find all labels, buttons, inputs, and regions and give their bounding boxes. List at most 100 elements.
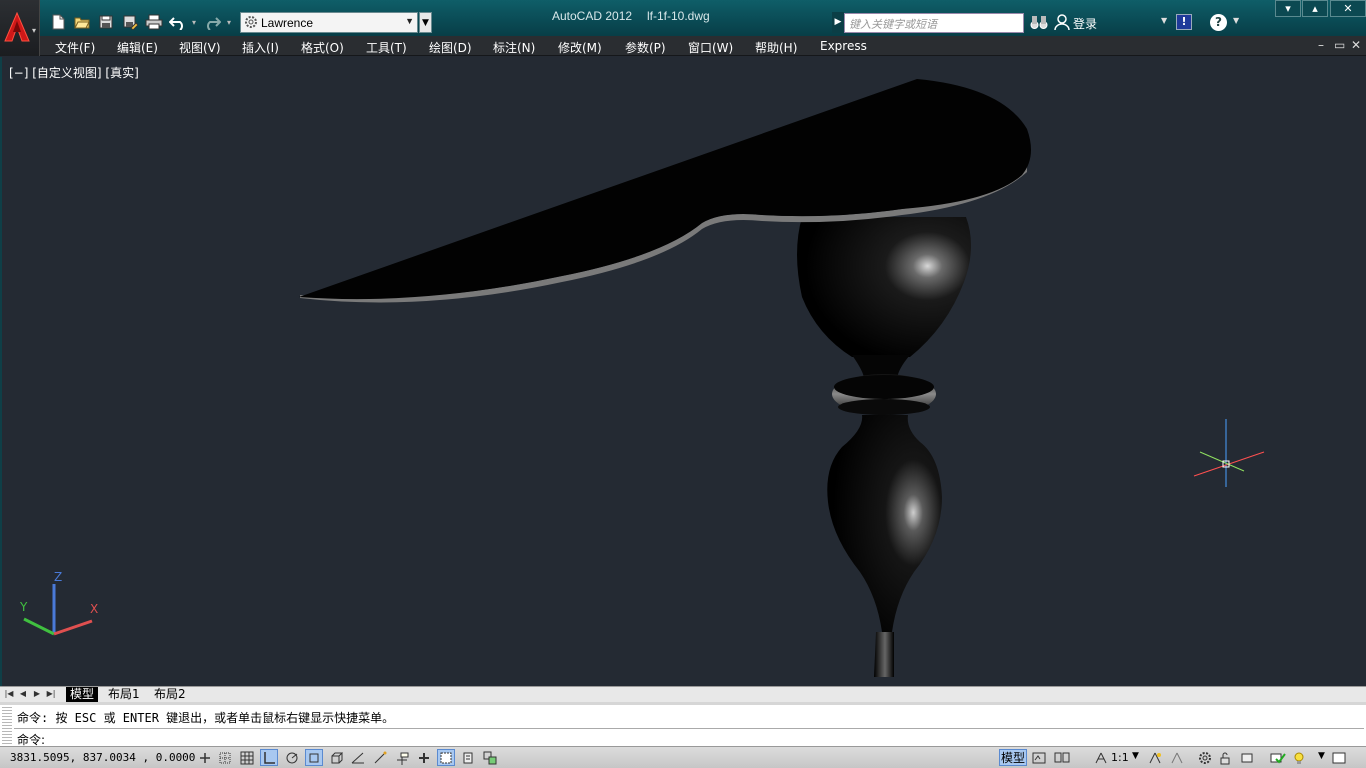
ucs-x-label: X [90,602,99,616]
menu-view[interactable]: 视图(V) [179,39,221,56]
menu-parametric[interactable]: 参数(P) [625,39,666,56]
redo-button[interactable] [202,12,222,32]
quick-properties-button[interactable] [459,749,477,766]
plot-icon [145,14,163,30]
application-menu-button[interactable]: ▾ [0,0,40,56]
grid-icon [240,751,254,765]
save-icon [99,15,113,29]
snap-mode-button[interactable] [216,749,234,766]
otrack-button[interactable] [349,749,367,766]
tab-layout1[interactable]: 布局1 [104,687,144,702]
command-window: 命令: 按 ESC 或 ENTER 键退出，或者单击鼠标右键显示快捷菜单。 命令… [0,702,1366,747]
hardware-acceleration-icon [1241,753,1253,763]
toolbar-lock-button[interactable] [1216,749,1234,766]
hardware-acceleration-button[interactable] [1238,749,1256,766]
chevron-down-icon[interactable]: ▼ [1132,751,1139,761]
clean-screen-button[interactable] [1330,749,1348,766]
tab-layout2[interactable]: 布局2 [150,687,190,702]
undo-icon [169,17,183,30]
annotation-scale-button[interactable] [1092,749,1110,766]
menu-express[interactable]: Express [820,39,867,53]
menu-help[interactable]: 帮助(H) [755,39,797,56]
doc-restore-button[interactable]: ▭ [1334,38,1345,52]
file-name: lf-1f-10.dwg [647,9,710,23]
menu-dimension[interactable]: 标注(N) [493,39,535,56]
workspace-switching-button[interactable] [1196,749,1214,766]
selection-cycling-button[interactable] [481,749,499,766]
workspace-select[interactable]: Lawrence ▼ [240,12,418,33]
save-as-button[interactable] [120,12,140,32]
quick-access-customize-button[interactable]: ▼ [419,12,432,33]
tab-first-button[interactable]: |◀ [4,688,14,700]
command-grip-handle[interactable] [2,707,12,745]
exchange-icon[interactable]: ! [1176,14,1192,30]
undo-button[interactable] [168,12,188,32]
menu-format[interactable]: 格式(O) [301,39,344,56]
menu-edit[interactable]: 编辑(E) [117,39,158,56]
open-file-button[interactable] [72,12,92,32]
chevron-down-icon[interactable]: ▼ [1233,16,1239,25]
menu-tools[interactable]: 工具(T) [366,39,407,56]
osnap-icon [309,753,319,763]
restore-button[interactable]: ▴ [1302,0,1328,17]
command-input[interactable]: 命令: [14,728,1364,747]
help-icon[interactable]: ? [1210,14,1227,31]
menu-window[interactable]: 窗口(W) [688,39,733,56]
save-button[interactable] [96,12,116,32]
lightbulb-button[interactable] [1290,749,1308,766]
ducs-button[interactable] [371,749,389,766]
lightbulb-icon [1294,752,1304,764]
annotation-visibility-button[interactable] [1146,749,1164,766]
osnap-button[interactable] [305,749,323,766]
annotation-scale-value[interactable]: 1:1 [1111,751,1129,764]
viewport-label[interactable]: [−] [自定义视图] [真实] [9,64,139,81]
login-link[interactable]: 登录 [1073,15,1097,32]
undo-dropdown[interactable]: ▾ [189,12,199,32]
leg-ring-top [834,375,934,399]
chevron-down-icon[interactable]: ▼ [1161,16,1167,25]
tab-model[interactable]: 模型 [66,687,99,702]
menu-insert[interactable]: 插入(I) [242,39,279,56]
ucs-y-label: Y [20,600,28,614]
coordinate-readout[interactable]: 3831.5095, 837.0034 , 0.0000 [10,751,195,764]
minimize-button[interactable]: ▾ [1275,0,1301,17]
search-input[interactable]: 键入关键字或短语 [844,13,1024,33]
infer-constraints-button[interactable] [196,749,214,766]
status-menu-chevron-icon[interactable]: ▼ [1318,751,1325,761]
tab-prev-button[interactable]: ◀ [18,688,28,700]
dynamic-input-button[interactable] [393,749,411,766]
isolate-objects-button[interactable] [1268,749,1286,766]
redo-dropdown[interactable]: ▾ [224,12,234,32]
ortho-icon [264,752,275,764]
status-bar: 3831.5095, 837.0034 , 0.0000 模型 1:1 ▼ ▼ [0,746,1366,768]
model-space-button[interactable]: 模型 [999,749,1027,766]
quick-view-drawings-button[interactable] [1052,749,1070,766]
app-title: AutoCAD 2012 [552,9,633,23]
tab-next-button[interactable]: ▶ [32,688,42,700]
tab-last-button[interactable]: ▶| [46,688,56,700]
doc-close-button[interactable]: ✕ [1351,38,1361,52]
ortho-button[interactable] [260,749,278,766]
leg-ring-bottom [838,399,930,415]
redo-icon [207,17,221,30]
lineweight-button[interactable] [415,749,433,766]
new-file-button[interactable] [48,12,68,32]
doc-minimize-button[interactable]: – [1318,38,1324,52]
polar-icon [286,752,298,764]
annotation-visibility-icon [1149,752,1161,764]
menu-file[interactable]: 文件(F) [55,39,95,56]
menu-draw[interactable]: 绘图(D) [429,39,472,56]
user-icon[interactable] [1054,14,1070,30]
quick-view-layouts-button[interactable] [1030,749,1048,766]
auto-scale-button[interactable] [1168,749,1186,766]
drawing-viewport[interactable]: [−] [自定义视图] [真实] Z Y X [0,57,1366,686]
3d-osnap-button[interactable] [327,749,345,766]
close-button[interactable]: ✕ [1330,0,1366,17]
grid-button[interactable] [238,749,256,766]
transparency-button[interactable] [437,749,455,766]
menu-modify[interactable]: 修改(M) [558,39,602,56]
polar-button[interactable] [283,749,301,766]
plot-button[interactable] [144,12,164,32]
binoculars-icon[interactable] [1030,14,1048,30]
search-expand-button[interactable]: ▶ [832,12,844,33]
